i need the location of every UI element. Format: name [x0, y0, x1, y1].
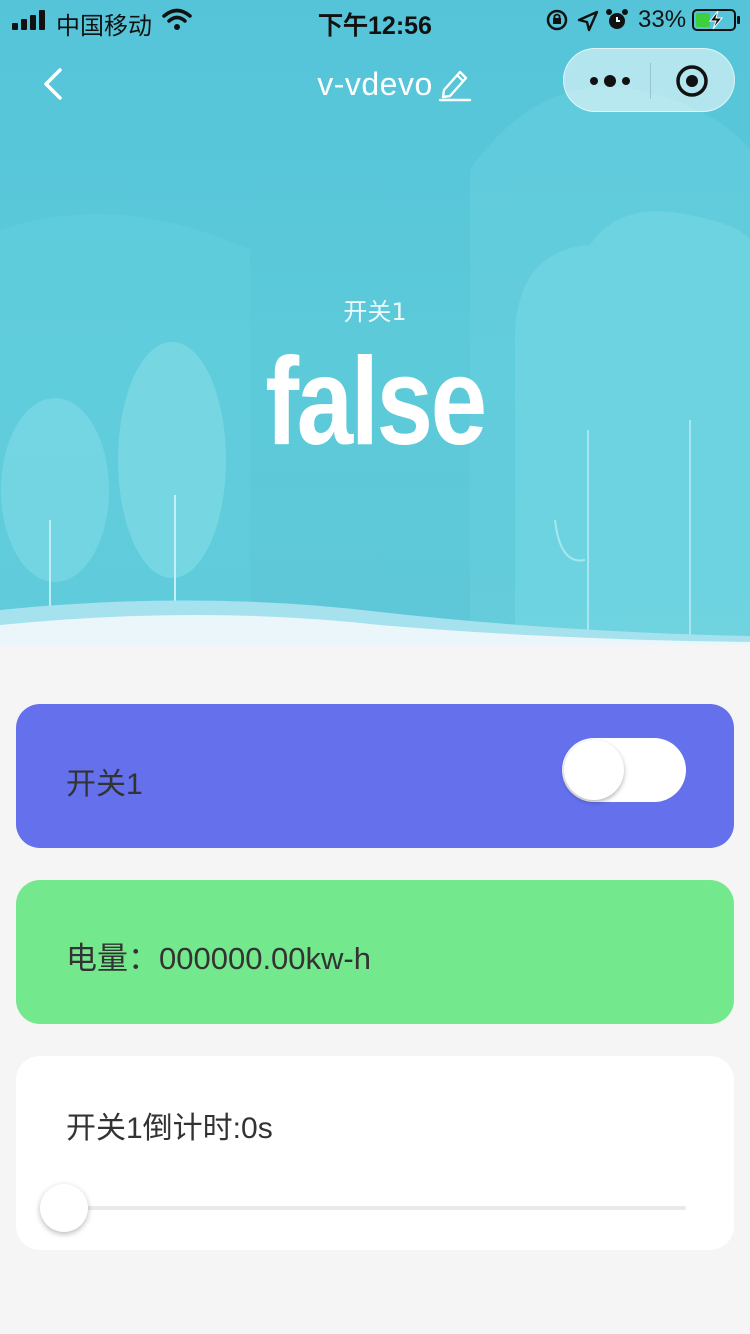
- slider-thumb[interactable]: [40, 1184, 88, 1232]
- more-icon[interactable]: [582, 65, 638, 97]
- location-icon: [577, 10, 599, 32]
- timer-slider[interactable]: [40, 1184, 686, 1234]
- hero-label: 开关1: [343, 298, 407, 326]
- status-bar: 中国移动 下午12:56 33%: [0, 0, 750, 40]
- target-icon[interactable]: [674, 63, 710, 99]
- switch-toggle[interactable]: [562, 738, 686, 802]
- app-page: 中国移动 下午12:56 33% v-vdevo 开关1 false 开关1 电…: [0, 0, 750, 1334]
- nav-title: v-vdevo: [317, 66, 433, 102]
- status-right-icons: [546, 9, 628, 32]
- capsule-menu: [563, 48, 735, 112]
- slider-track: [64, 1206, 686, 1210]
- timer-card: 开关1倒计时:0s: [16, 1056, 734, 1250]
- toggle-knob: [564, 740, 624, 800]
- orientation-lock-icon: [546, 9, 568, 31]
- alarm-icon: [606, 9, 628, 29]
- edit-icon[interactable]: [438, 66, 472, 102]
- hero-banner: 中国移动 下午12:56 33% v-vdevo 开关1 false: [0, 0, 750, 645]
- battery-charging-icon: [692, 9, 740, 31]
- switch-label: 开关1: [66, 768, 143, 801]
- switch-card: 开关1: [16, 704, 734, 848]
- capsule-divider: [650, 63, 651, 99]
- hero-value: false: [265, 333, 487, 471]
- battery-percent: 33%: [638, 6, 687, 33]
- energy-card: 电量：000000.00kw-h: [16, 880, 734, 1024]
- energy-label: 电量：000000.00kw-h: [66, 941, 371, 976]
- timer-label: 开关1倒计时:0s: [66, 1112, 273, 1145]
